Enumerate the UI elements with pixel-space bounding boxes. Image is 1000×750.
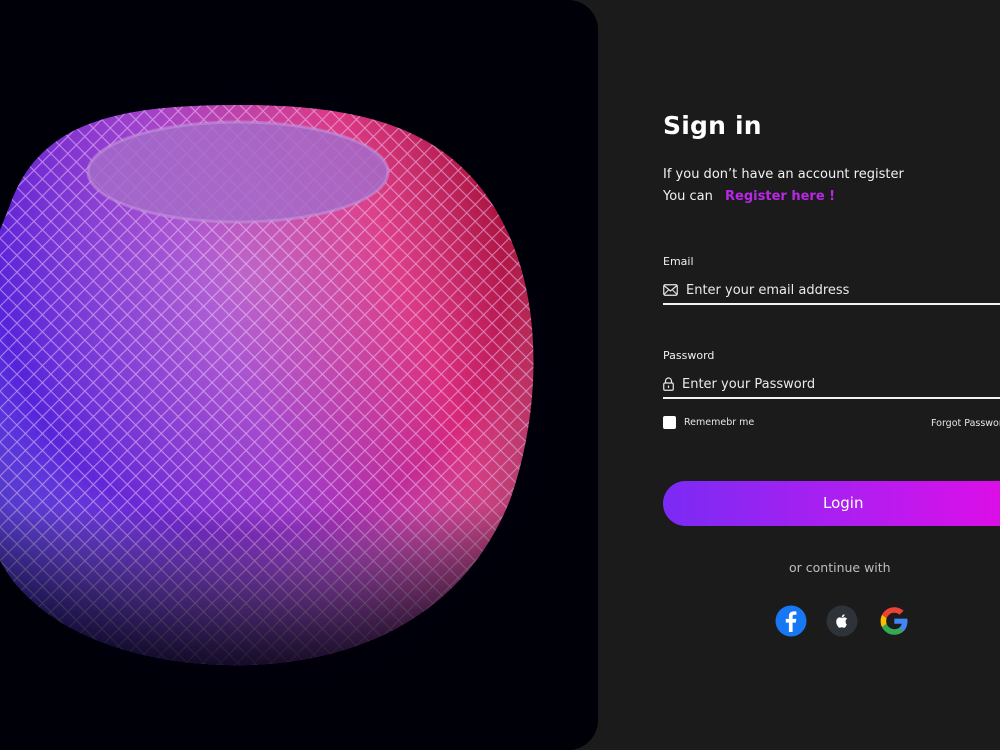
register-prefix: You can: [663, 189, 713, 204]
apple-icon[interactable]: [826, 605, 858, 637]
email-input[interactable]: [686, 282, 986, 298]
remember-me-label: Rememebr me: [684, 417, 755, 428]
lock-icon: [663, 376, 675, 392]
login-page: Sign in If you don’t have an account reg…: [0, 0, 1000, 750]
speaker-illustration: [0, 0, 598, 750]
hero-panel: [0, 0, 598, 750]
signin-subtitle: If you don’t have an account register: [663, 167, 904, 182]
signin-form: Sign in If you don’t have an account reg…: [663, 0, 1000, 750]
register-link[interactable]: Register here !: [725, 189, 835, 204]
remember-me-toggle[interactable]: Rememebr me: [663, 416, 754, 429]
mail-icon: [663, 282, 679, 298]
password-input[interactable]: [682, 376, 982, 392]
google-icon[interactable]: [878, 605, 910, 637]
password-field-wrapper: [663, 371, 1000, 399]
email-field-wrapper: [663, 277, 1000, 305]
page-title: Sign in: [663, 111, 762, 140]
login-button-label: Login: [823, 494, 864, 512]
password-label: Password: [663, 349, 715, 362]
email-label: Email: [663, 255, 694, 268]
login-button[interactable]: Login: [663, 481, 1000, 526]
facebook-icon[interactable]: [775, 605, 807, 637]
continue-with-text: or continue with: [789, 560, 891, 575]
forgot-password-link[interactable]: Forgot Password ?: [931, 418, 1000, 429]
remember-me-checkbox[interactable]: [663, 416, 676, 429]
register-line: You can Register here !: [663, 189, 835, 204]
